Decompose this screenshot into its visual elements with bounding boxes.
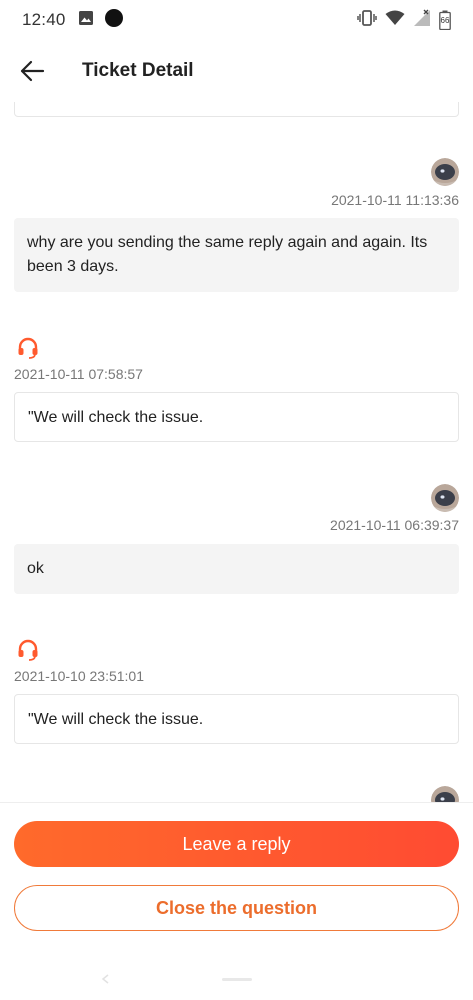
message-text: ok bbox=[27, 560, 44, 577]
back-button[interactable] bbox=[0, 40, 64, 102]
status-bar: 12:40 66 bbox=[0, 0, 473, 40]
message-bubble-user: ok bbox=[14, 544, 459, 594]
nav-back-icon bbox=[101, 974, 109, 984]
message-timestamp: 2021-10-11 07:58:57 bbox=[14, 366, 143, 382]
message-list[interactable]: 2021-10-11 11:13:36 why are you sending … bbox=[0, 102, 473, 802]
user-avatar bbox=[431, 786, 459, 802]
message-bubble-partial bbox=[14, 102, 459, 117]
message-bubble-user: why are you sending the same reply again… bbox=[14, 218, 459, 292]
message-text: "We will check the issue. bbox=[28, 409, 204, 426]
message-text: why are you sending the same reply again… bbox=[27, 234, 428, 275]
status-right-icons: 66 bbox=[357, 9, 451, 32]
system-nav-bar bbox=[0, 967, 473, 997]
close-question-button[interactable]: Close the question bbox=[14, 885, 459, 931]
user-avatar bbox=[431, 484, 459, 512]
message-timestamp: 2021-10-10 23:51:01 bbox=[14, 668, 144, 684]
record-dot-icon bbox=[104, 8, 124, 33]
vibrate-icon bbox=[357, 9, 377, 32]
signal-icon bbox=[413, 9, 431, 32]
nav-home-pill bbox=[222, 978, 252, 981]
message-timestamp: 2021-10-11 11:13:36 bbox=[331, 192, 459, 208]
message-bubble-support: "We will check the issue. bbox=[14, 694, 459, 744]
user-avatar bbox=[431, 158, 459, 186]
wifi-icon bbox=[385, 10, 405, 31]
app-bar: Ticket Detail bbox=[0, 40, 473, 102]
message-text: "We will check the issue. bbox=[28, 711, 204, 728]
leave-reply-button[interactable]: Leave a reply bbox=[14, 821, 459, 867]
support-headset-icon bbox=[16, 336, 40, 360]
message-timestamp: 2021-10-11 06:39:37 bbox=[330, 517, 459, 533]
support-headset-icon bbox=[16, 638, 40, 662]
arrow-left-icon bbox=[20, 60, 45, 82]
bottom-action-bar: Leave a reply Close the question bbox=[0, 802, 473, 1000]
message-bubble-support: "We will check the issue. bbox=[14, 392, 459, 442]
status-time: 12:40 bbox=[22, 10, 66, 29]
battery-icon: 66 bbox=[439, 10, 451, 31]
gallery-icon bbox=[78, 10, 94, 31]
battery-level: 66 bbox=[440, 16, 450, 25]
status-left-icons bbox=[78, 8, 124, 33]
page-title: Ticket Detail bbox=[82, 60, 194, 81]
